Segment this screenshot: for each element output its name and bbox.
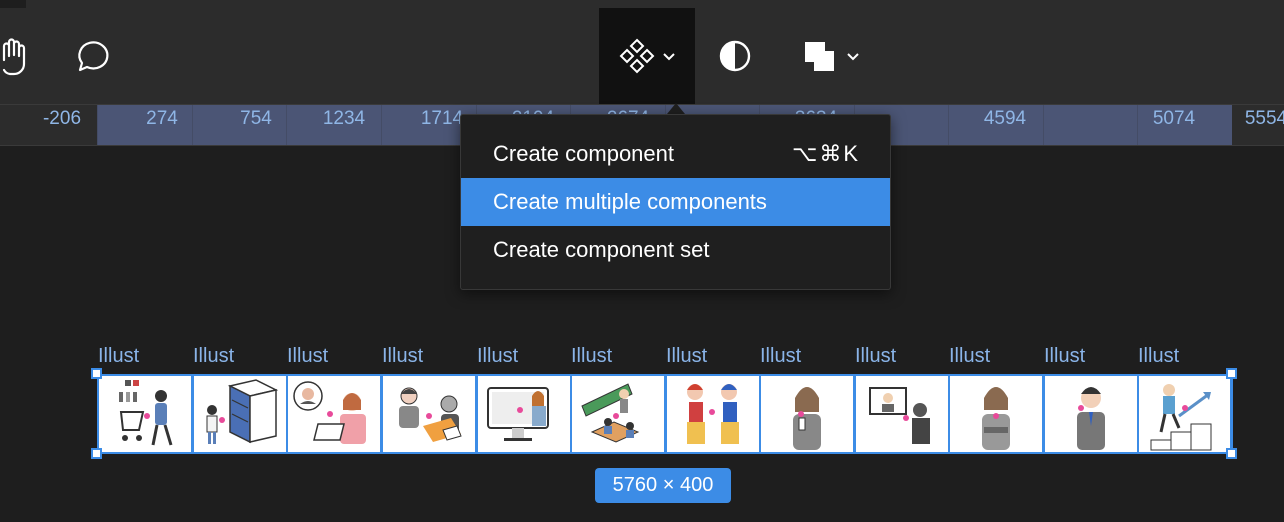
component-tool-button[interactable] <box>599 8 695 104</box>
ruler-label: -206 <box>42 108 82 129</box>
frame-label[interactable]: Illust <box>571 345 612 368</box>
chevron-down-icon <box>661 48 677 64</box>
menu-item-shortcut: ⌥⌘K <box>791 141 860 166</box>
resize-handle-top-left[interactable] <box>91 368 102 379</box>
overlap-squares-icon <box>799 36 839 76</box>
top-strip-segment <box>26 0 1284 8</box>
mask-tool-button[interactable] <box>712 8 758 104</box>
ruler-label: 754 <box>240 108 272 129</box>
menu-item-label: Create component <box>493 141 674 166</box>
menu-item-label: Create component set <box>493 237 710 262</box>
hand-tool-button[interactable] <box>0 8 44 104</box>
top-strip <box>0 0 1284 8</box>
ruler-label: 1234 <box>322 108 366 129</box>
frame-label[interactable]: Illust <box>855 345 896 368</box>
ruler-label: 5554 <box>1244 108 1284 129</box>
selection-outline <box>97 374 1232 454</box>
resize-handle-bottom-right[interactable] <box>1226 448 1237 459</box>
frame-label[interactable]: Illust <box>193 345 234 368</box>
hand-icon <box>2 36 42 76</box>
ruler-label: 4594 <box>983 108 1027 129</box>
frame-label[interactable]: Illust <box>287 345 328 368</box>
frame-label[interactable]: Illust <box>1138 345 1179 368</box>
speech-bubble-icon <box>72 36 112 76</box>
frame-label[interactable]: Illust <box>666 345 707 368</box>
chevron-down-icon <box>845 48 861 64</box>
menu-item-create-multiple-components[interactable]: Create multiple components <box>461 178 890 226</box>
toolbar <box>0 8 1284 105</box>
comment-tool-button[interactable] <box>68 8 116 104</box>
frame-label[interactable]: Illust <box>477 345 518 368</box>
ruler-label: 1714 <box>420 108 464 129</box>
frame-label[interactable]: Illust <box>949 345 990 368</box>
component-diamond-icon <box>617 36 657 76</box>
ruler-label: 274 <box>146 108 178 129</box>
menu-caret <box>667 103 685 114</box>
frame-label[interactable]: Illust <box>1044 345 1085 368</box>
menu-item-create-component-set[interactable]: Create component set <box>461 226 890 274</box>
selection-size-badge: 5760 × 400 <box>595 468 731 503</box>
boolean-tool-button[interactable] <box>790 8 870 104</box>
resize-handle-bottom-left[interactable] <box>91 448 102 459</box>
menu-item-label: Create multiple components <box>493 189 767 214</box>
half-circle-icon <box>717 38 753 74</box>
frame-label[interactable]: Illust <box>382 345 423 368</box>
frame-label[interactable]: Illust <box>98 345 139 368</box>
frame-label[interactable]: Illust <box>760 345 801 368</box>
resize-handle-top-right[interactable] <box>1226 368 1237 379</box>
ruler-label: 5074 <box>1152 108 1196 129</box>
menu-item-create-component[interactable]: Create component ⌥⌘K <box>461 130 890 178</box>
component-dropdown-menu: Create component ⌥⌘K Create multiple com… <box>460 114 891 290</box>
